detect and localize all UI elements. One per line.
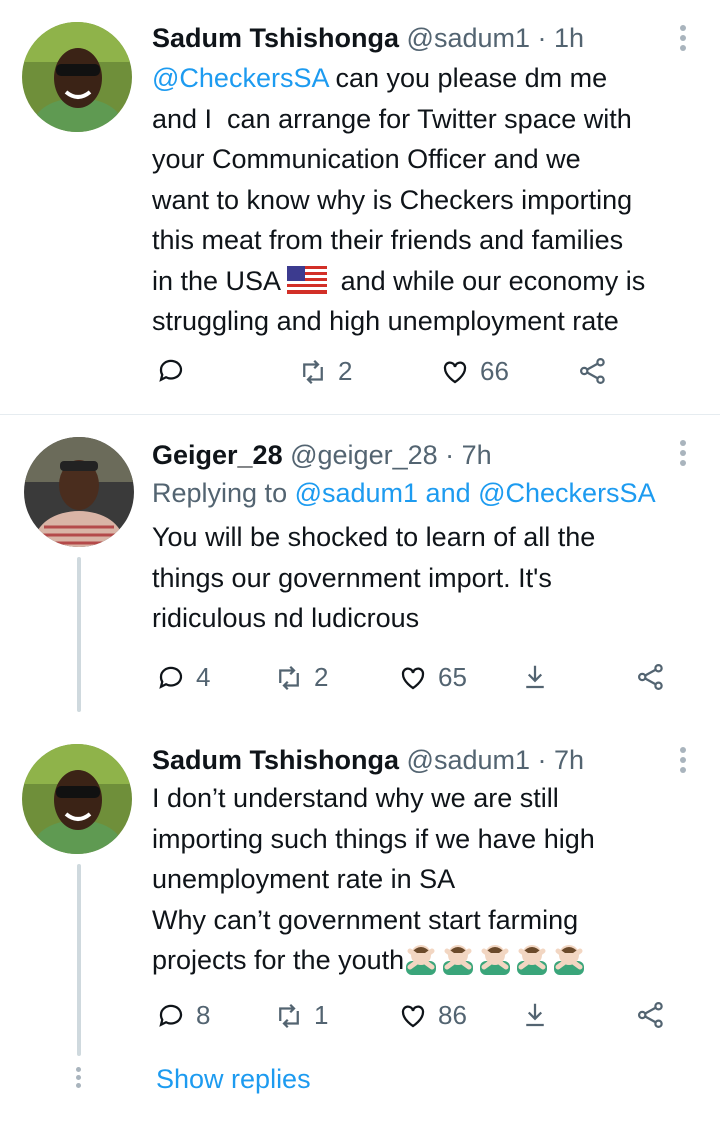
like-button[interactable]: 86 (398, 1000, 467, 1031)
tweet-actions: 4 2 65 (0, 662, 720, 702)
reply-button[interactable]: 8 (156, 1000, 210, 1031)
tweet-text: @CheckersSA can you please dm me and I c… (152, 58, 680, 342)
share-icon (580, 358, 605, 384)
tweet-1[interactable]: Sadum Tshishonga @sadum1 · 1h @CheckersS… (0, 0, 720, 414)
man-gesturing-no-icon (478, 941, 512, 975)
like-count: 65 (438, 662, 467, 692)
more-icon[interactable] (676, 437, 690, 471)
download-button[interactable] (520, 1000, 550, 1030)
display-name[interactable]: Sadum Tshishonga (152, 745, 399, 775)
like-icon (401, 666, 425, 689)
avatar[interactable] (24, 437, 134, 547)
tweet-3[interactable]: Sadum Tshishonga @sadum1 · 7h I don’t un… (0, 722, 720, 1056)
tweet-text-part: can you please dm me and I can arrange f… (152, 63, 633, 296)
man-gesturing-no-icon (441, 941, 475, 975)
more-icon[interactable] (676, 744, 690, 778)
timestamp[interactable]: 1h (554, 23, 584, 53)
man-gesturing-no-icon (515, 941, 549, 975)
reply-icon (159, 1004, 183, 1027)
tweet-header: Sadum Tshishonga @sadum1 · 1h (152, 20, 680, 56)
like-button[interactable]: 66 (440, 356, 509, 387)
reply-count: 4 (196, 662, 211, 692)
like-count: 66 (480, 356, 509, 386)
man-gesturing-no-icon (404, 941, 438, 975)
reply-button[interactable] (156, 356, 186, 386)
retweet-count: 2 (338, 356, 353, 386)
retweet-button[interactable]: 1 (274, 1000, 328, 1031)
avatar[interactable] (22, 744, 132, 854)
like-count: 86 (438, 1000, 467, 1030)
tweet-actions: 8 1 86 (0, 1000, 720, 1040)
retweet-icon (303, 359, 323, 384)
separator: · (530, 745, 555, 775)
share-button[interactable] (578, 356, 608, 386)
retweet-button[interactable]: 2 (274, 662, 328, 693)
timestamp[interactable]: 7h (554, 745, 584, 775)
download-button[interactable] (520, 662, 550, 692)
download-icon (526, 665, 544, 689)
like-icon (401, 1004, 425, 1027)
share-icon (638, 664, 663, 690)
retweet-icon (279, 665, 299, 690)
separator: · (530, 23, 555, 53)
thread-continuation-icon (74, 1064, 82, 1091)
retweet-icon (279, 1003, 299, 1028)
man-gesturing-no-icon (552, 941, 586, 975)
retweet-count: 1 (314, 1000, 329, 1030)
display-name[interactable]: Sadum Tshishonga (152, 23, 399, 53)
us-flag-icon (287, 265, 328, 294)
reply-icon (159, 666, 183, 689)
retweet-count: 2 (314, 662, 329, 692)
reply-icon (159, 359, 183, 382)
replying-prefix: Replying to (152, 478, 295, 508)
reply-count: 8 (196, 1000, 211, 1030)
download-icon (526, 1003, 544, 1027)
more-icon[interactable] (676, 22, 690, 56)
like-button[interactable]: 65 (398, 662, 467, 693)
user-handle[interactable]: @geiger_28 (290, 440, 438, 470)
show-replies-link[interactable]: Show replies (156, 1064, 311, 1095)
tweet-actions: 2 66 (0, 356, 720, 396)
emoji-row (404, 945, 589, 975)
replying-users-link[interactable]: @sadum1 and @CheckersSA (295, 478, 656, 508)
retweet-button[interactable]: 2 (298, 356, 352, 387)
share-button[interactable] (636, 1000, 666, 1030)
separator: · (437, 440, 462, 470)
user-handle[interactable]: @sadum1 (407, 745, 530, 775)
tweet-header: Sadum Tshishonga @sadum1 · 7h (152, 742, 680, 778)
share-icon (638, 1002, 663, 1028)
tweet-header: Geiger_28 @geiger_28 · 7h (152, 437, 680, 473)
tweet-text: I don’t understand why we are still impo… (152, 778, 680, 981)
share-button[interactable] (636, 662, 666, 692)
replying-to: Replying to @sadum1 and @CheckersSA (152, 473, 680, 513)
mention-link[interactable]: @CheckersSA (152, 63, 328, 93)
avatar[interactable] (22, 22, 132, 132)
reply-button[interactable]: 4 (156, 662, 210, 693)
tweet-text: You will be shocked to learn of all the … (152, 522, 596, 633)
display-name[interactable]: Geiger_28 (152, 440, 283, 470)
tweet-2[interactable]: Geiger_28 @geiger_28 · 7h Replying to @s… (0, 415, 720, 715)
like-icon (443, 360, 467, 383)
timestamp[interactable]: 7h (462, 440, 492, 470)
user-handle[interactable]: @sadum1 (407, 23, 530, 53)
